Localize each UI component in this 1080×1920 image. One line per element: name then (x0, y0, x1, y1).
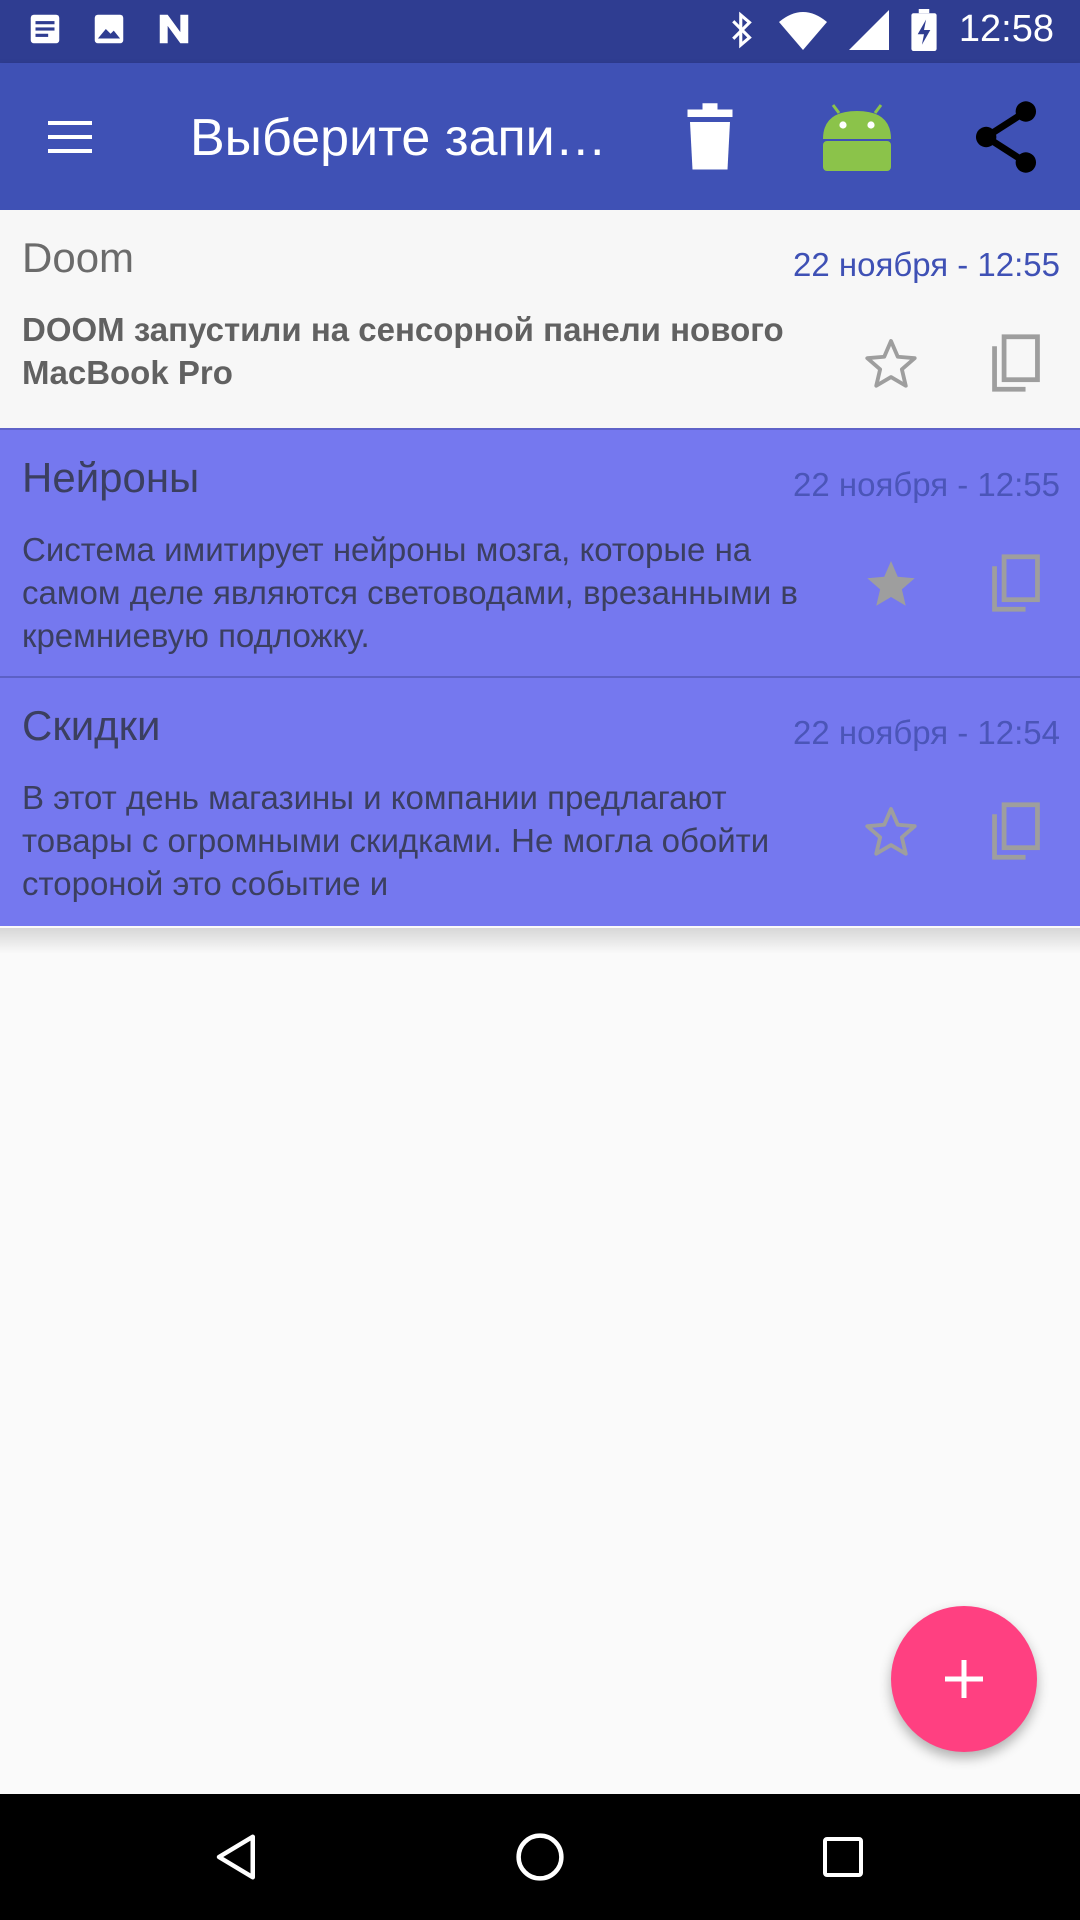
delete-icon (687, 103, 733, 170)
delete-button[interactable] (670, 97, 750, 177)
notes-list: Doom 22 ноября - 12:55 DOOM запустили на… (0, 210, 1080, 926)
note-text: В этот день магазины и компании предлага… (22, 779, 770, 902)
recents-button[interactable] (812, 1826, 874, 1888)
star-outline-icon[interactable] (862, 335, 920, 393)
share-button[interactable] (966, 97, 1046, 177)
note-item[interactable]: Doom 22 ноября - 12:55 DOOM запустили на… (0, 210, 1080, 428)
star-outline-icon[interactable] (862, 803, 920, 861)
bluetooth-icon (732, 11, 752, 48)
hamburger-menu-icon (48, 121, 92, 153)
copy-icon[interactable] (988, 800, 1044, 862)
note-item[interactable]: Скидки 22 ноября - 12:54 В этот день маг… (0, 678, 1080, 926)
status-left-icons (26, 10, 194, 48)
android-icon (823, 104, 891, 171)
action-bar: Выберите запи… (0, 63, 1080, 210)
copy-icon[interactable] (988, 332, 1044, 394)
status-time: 12:58 (958, 8, 1054, 50)
plus-icon (945, 1660, 983, 1698)
notes-icon (30, 14, 60, 44)
signal-icon (848, 9, 889, 50)
image-icon (94, 14, 124, 44)
star-filled-icon[interactable] (862, 555, 920, 613)
home-icon (516, 1833, 564, 1881)
note-date: 22 ноября - 12:55 (793, 246, 1060, 283)
note-title: Doom (22, 234, 135, 281)
note-date: 22 ноября - 12:54 (793, 714, 1060, 751)
recents-icon (823, 1837, 863, 1877)
menu-button[interactable] (40, 111, 100, 163)
copy-icon[interactable] (988, 552, 1044, 614)
navigation-bar (0, 1794, 1080, 1920)
note-title: Скидки (22, 702, 161, 749)
note-date: 22 ноября - 12:55 (793, 466, 1060, 503)
note-item[interactable]: Нейроны 22 ноября - 12:55 Система имитир… (0, 428, 1080, 678)
status-bar: 12:58 (0, 0, 1080, 63)
home-button[interactable] (509, 1826, 571, 1888)
note-text: DOOM запустили на сенсорной панели новог… (22, 311, 784, 391)
status-right-icons: 12:58 (727, 8, 1054, 51)
back-button[interactable] (206, 1826, 268, 1888)
list-shadow (0, 928, 1080, 954)
toolbar-title: Выберите запи… (190, 109, 607, 167)
battery-icon (911, 8, 937, 51)
add-note-button[interactable] (891, 1606, 1037, 1752)
wifi-icon (778, 11, 827, 50)
note-text: Система имитирует нейроны мозга, которые… (22, 531, 798, 654)
back-icon (216, 1834, 255, 1880)
note-title: Нейроны (22, 454, 200, 501)
n-icon (159, 14, 189, 44)
android-button[interactable] (817, 97, 897, 177)
share-icon (975, 101, 1037, 173)
